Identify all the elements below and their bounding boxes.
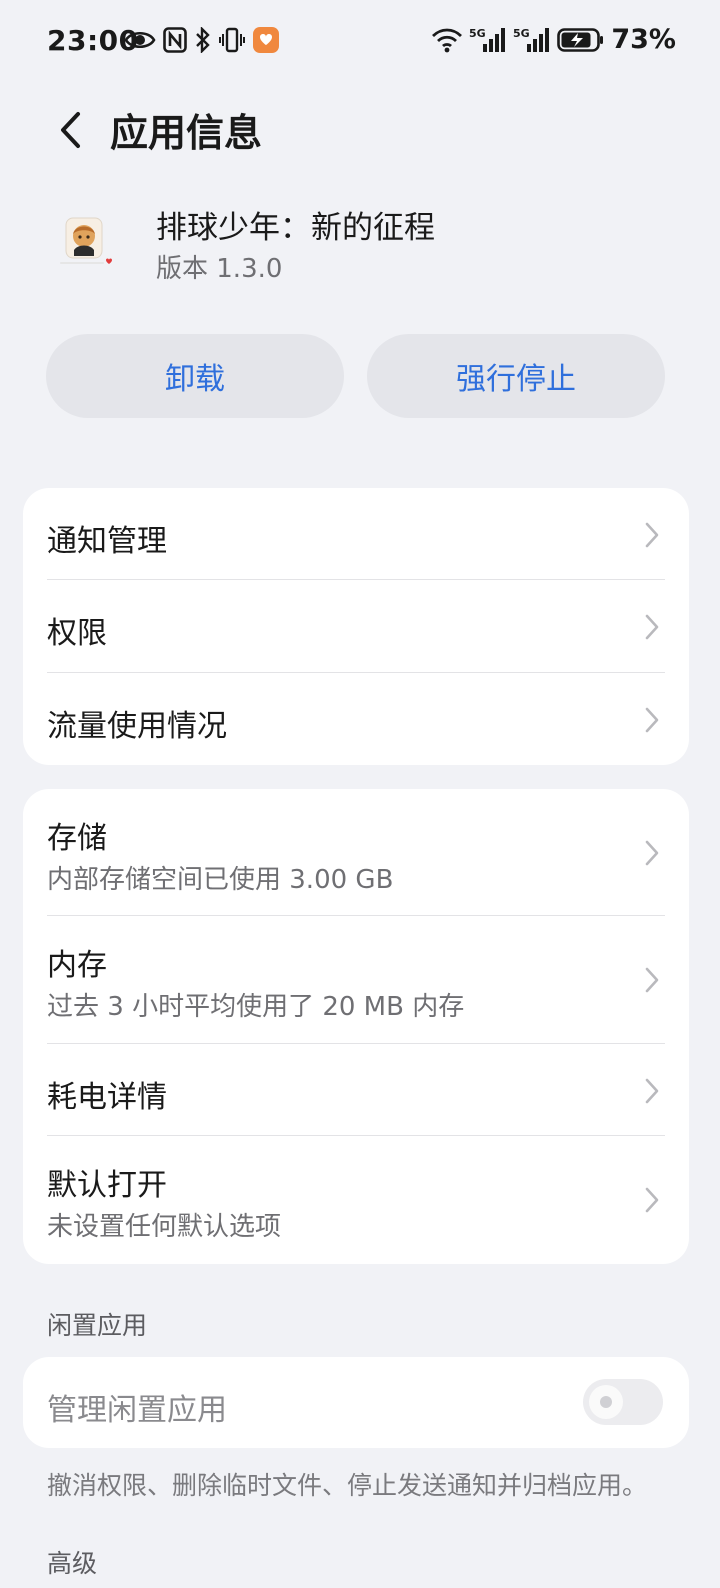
app-notification-icon xyxy=(252,26,280,54)
app-bar: 应用信息 xyxy=(0,90,720,170)
list-item-title: 内存 xyxy=(47,948,107,983)
list-item-open-by-default[interactable]: 默认打开 未设置任何默认选项 xyxy=(23,1136,689,1264)
eye-icon xyxy=(124,28,156,52)
uninstall-button[interactable]: 卸载 xyxy=(46,334,344,418)
status-left-icons xyxy=(124,26,280,54)
list-item-permissions[interactable]: 权限 xyxy=(23,580,689,673)
chevron-right-icon xyxy=(645,1187,659,1213)
list-item-title: 通知管理 xyxy=(47,524,167,559)
list-item-title: 默认打开 xyxy=(47,1168,167,1203)
list-item-title: 耗电详情 xyxy=(47,1080,167,1115)
list-item-notification-management[interactable]: 通知管理 xyxy=(23,488,689,580)
battery-charging-icon xyxy=(557,27,605,53)
back-button[interactable] xyxy=(46,106,94,154)
svg-text:5G: 5G xyxy=(513,27,530,40)
list-item-title: 权限 xyxy=(47,616,107,651)
idle-apps-toggle[interactable] xyxy=(583,1379,663,1425)
page-title: 应用信息 xyxy=(110,111,263,155)
list-item-memory[interactable]: 内存 过去 3 小时平均使用了 20 MB 内存 xyxy=(23,916,689,1044)
list-item-title: 存储 xyxy=(47,821,107,856)
toggle-knob xyxy=(589,1385,623,1419)
app-resources-card: 存储 内部存储空间已使用 3.00 GB 内存 过去 3 小时平均使用了 20 … xyxy=(23,789,689,1264)
list-item-title: 流量使用情况 xyxy=(47,709,227,744)
app-name: 排球少年：新的征程 xyxy=(156,210,435,246)
status-bar: 23:00 5G 5G 73% xyxy=(0,0,720,84)
idle-apps-card: 管理闲置应用 xyxy=(23,1357,689,1448)
signal-5g-2-icon: 5G xyxy=(513,26,551,54)
list-item-battery-details[interactable]: 耗电详情 xyxy=(23,1044,689,1136)
chevron-right-icon xyxy=(645,967,659,993)
idle-apps-description: 撤消权限、删除临时文件、停止发送通知并归档应用。 xyxy=(47,1471,648,1500)
list-item-manage-idle-apps[interactable]: 管理闲置应用 xyxy=(23,1357,689,1448)
section-label-advanced: 高级 xyxy=(47,1549,98,1578)
svg-text:5G: 5G xyxy=(469,27,486,40)
list-item-storage[interactable]: 存储 内部存储空间已使用 3.00 GB xyxy=(23,789,689,916)
nfc-icon xyxy=(163,27,187,53)
section-label-idle-apps: 闲置应用 xyxy=(47,1311,148,1340)
chevron-right-icon xyxy=(645,840,659,866)
chevron-right-icon xyxy=(645,707,659,733)
chevron-right-icon xyxy=(645,522,659,548)
app-settings-card: 通知管理 权限 流量使用情况 xyxy=(23,488,689,765)
status-right-icons: 5G 5G 73% xyxy=(431,24,676,55)
chevron-right-icon xyxy=(645,614,659,640)
vibrate-icon xyxy=(219,27,245,53)
list-item-data-usage[interactable]: 流量使用情况 xyxy=(23,673,689,765)
list-item-subtitle: 未设置任何默认选项 xyxy=(47,1212,282,1242)
bluetooth-icon xyxy=(194,27,212,53)
app-version: 版本 1.3.0 xyxy=(156,254,283,284)
force-stop-button[interactable]: 强行停止 xyxy=(367,334,665,418)
list-item-title: 管理闲置应用 xyxy=(47,1393,227,1428)
app-icon xyxy=(56,212,114,274)
signal-5g-1-icon: 5G xyxy=(469,26,507,54)
list-item-subtitle: 内部存储空间已使用 3.00 GB xyxy=(47,865,394,895)
list-item-subtitle: 过去 3 小时平均使用了 20 MB 内存 xyxy=(47,992,465,1022)
chevron-left-icon xyxy=(61,112,80,148)
chevron-right-icon xyxy=(645,1078,659,1104)
wifi-icon xyxy=(431,27,463,53)
battery-percentage: 73% xyxy=(611,24,676,55)
